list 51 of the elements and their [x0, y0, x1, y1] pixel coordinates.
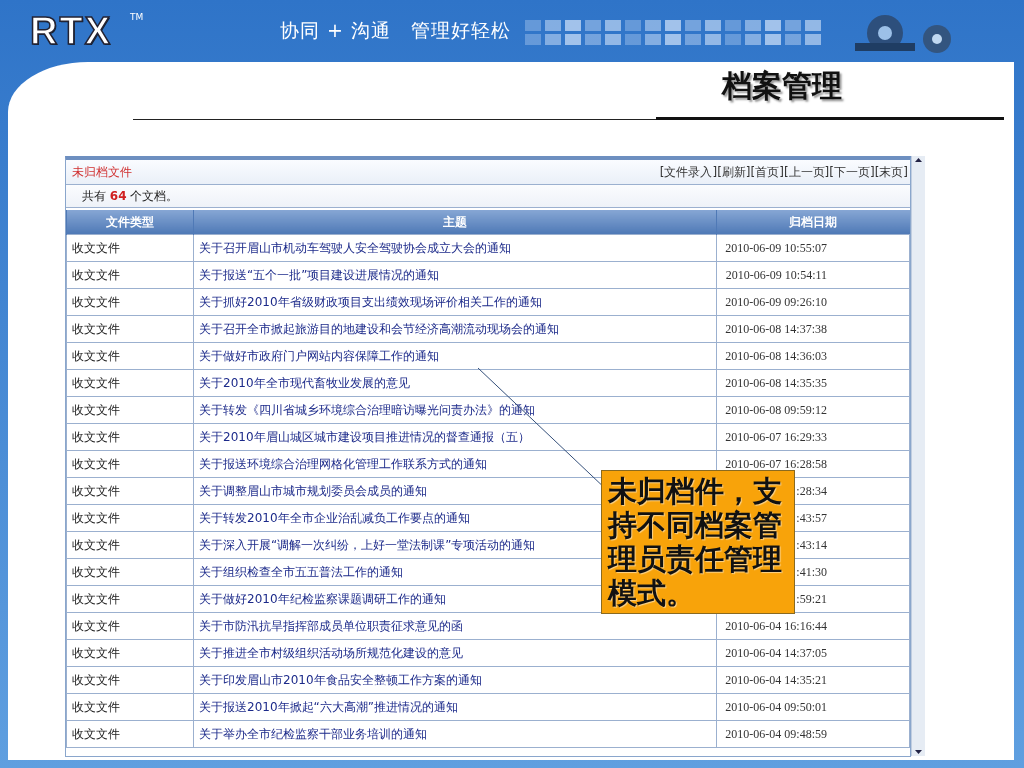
table-cell: 2010-06-04 14:35:21: [716, 666, 910, 694]
column-header: 归档日期: [716, 210, 910, 235]
table-cell: 2010-06-08 14:35:35: [716, 369, 910, 397]
table-cell: 2010-06-04 09:48:59: [716, 720, 910, 748]
table-cell: 收文文件: [66, 450, 194, 478]
scroll-down-icon[interactable]: [914, 748, 923, 756]
toolbar-link[interactable]: [下一页]: [829, 163, 875, 181]
table-cell: 2010-06-04 09:50:01: [716, 693, 910, 721]
table-cell: 收文文件: [66, 531, 194, 559]
table-cell: 2010-06-04 14:37:05: [716, 639, 910, 667]
table-cell: 2010-06-08 14:37:38: [716, 315, 910, 343]
table-cell: 收文文件: [66, 477, 194, 505]
table-cell: 收文文件: [66, 369, 194, 397]
subject-link[interactable]: 关于做好2010年纪检监察课题调研工作的通知: [199, 591, 446, 606]
column-header: 文件类型: [66, 210, 194, 235]
toolbar-link[interactable]: [上一页]: [783, 163, 830, 181]
trademark: TM: [130, 11, 144, 22]
document-count: 共有 64 个文档。: [82, 187, 179, 205]
table-cell: 收文文件: [66, 720, 194, 748]
toolbar-link[interactable]: [末页]: [874, 163, 909, 181]
table-cell: 收文文件: [66, 342, 194, 370]
table-cell: 收文文件: [66, 315, 194, 343]
scrollbar[interactable]: [911, 156, 925, 756]
table-cell: 收文文件: [66, 693, 194, 721]
toolbar-link[interactable]: [文件录入]: [659, 163, 718, 181]
tagline: 协同 + 沟通 管理好轻松: [280, 18, 511, 43]
table-cell: 收文文件: [66, 612, 194, 640]
table-cell: 收文文件: [66, 666, 194, 694]
table-cell: 2010-06-09 10:54:11: [716, 261, 910, 289]
scroll-up-icon[interactable]: [914, 156, 923, 164]
table-cell: 2010-06-08 14:36:03: [716, 342, 910, 370]
panel-title: 未归档文件: [72, 163, 132, 181]
table-cell: 收文文件: [66, 396, 194, 424]
table-cell: 收文文件: [66, 261, 194, 289]
table-cell: 2010-06-09 09:26:10: [716, 288, 910, 316]
toolbar-link[interactable]: [首页]: [750, 163, 784, 181]
table-cell: 收文文件: [66, 234, 194, 262]
logo: RTX: [30, 9, 112, 53]
table-cell: 收文文件: [66, 585, 194, 613]
toolbar-link[interactable]: [刷新]: [717, 163, 751, 181]
table-cell: 2010-06-09 10:55:07: [716, 234, 910, 262]
table-cell: 收文文件: [66, 639, 194, 667]
table-cell: 收文文件: [66, 423, 194, 451]
slide-title: 档案管理: [722, 67, 842, 105]
table-cell: 2010-06-08 09:59:12: [716, 396, 910, 424]
table-cell: 收文文件: [66, 558, 194, 586]
callout-tooltip: 未归档件，支持不同档案管理员责任管理模式。: [601, 470, 795, 614]
table-cell: 收文文件: [66, 504, 194, 532]
table-cell: 2010-06-07 16:29:33: [716, 423, 910, 451]
table-cell: 收文文件: [66, 288, 194, 316]
column-header: 主题: [193, 210, 717, 235]
